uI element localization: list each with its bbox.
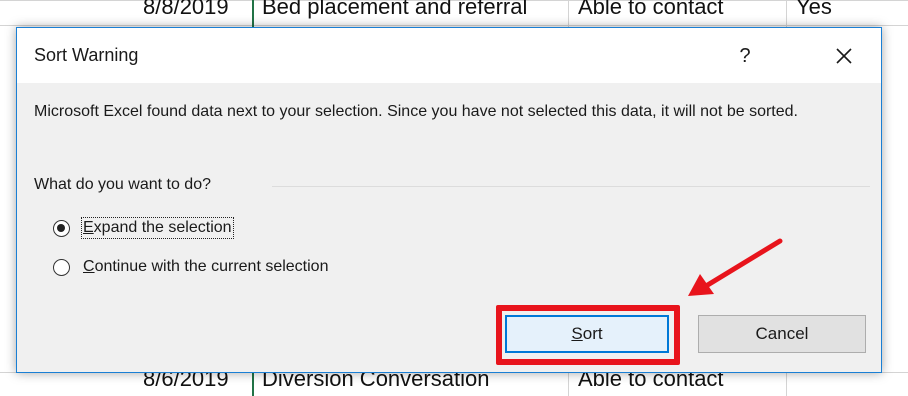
- red-pointer-arrow-icon: [688, 238, 783, 296]
